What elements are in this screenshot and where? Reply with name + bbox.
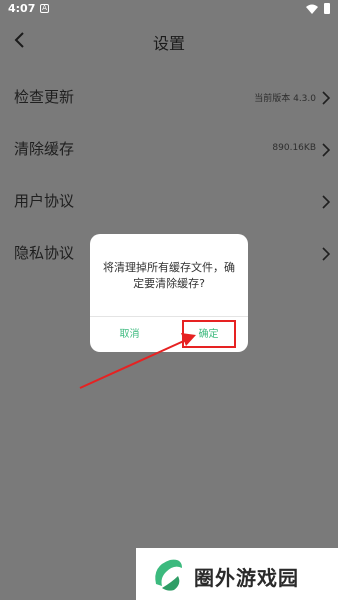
chevron-right-icon xyxy=(322,195,330,209)
version-value: 当前版本 4.3.0 xyxy=(254,94,316,104)
settings-row-clear-cache[interactable]: 清除缓存 890.16KB xyxy=(0,124,338,176)
confirm-highlight-box xyxy=(182,320,236,348)
dialog-message: 将清理掉所有缓存文件，确定要清除缓存? xyxy=(103,261,235,290)
chevron-right-icon xyxy=(322,247,330,261)
status-time: 4:07 xyxy=(8,2,36,15)
row-label: 用户协议 xyxy=(14,192,75,210)
settings-row-check-update[interactable]: 检查更新 当前版本 4.3.0 xyxy=(0,72,338,124)
row-label: 清除缓存 xyxy=(14,140,75,158)
leaf-logo-icon xyxy=(155,559,182,591)
watermark: 圈外游戏园 xyxy=(136,548,338,600)
settings-row-user-agreement[interactable]: 用户协议 xyxy=(0,176,338,228)
header: 设置 xyxy=(0,18,338,62)
battery-icon xyxy=(324,3,330,14)
wifi-icon xyxy=(306,4,318,14)
notification-icon: A xyxy=(40,4,49,13)
page-title: 设置 xyxy=(152,34,185,53)
watermark-text: 圈外游戏园 xyxy=(194,566,299,590)
chevron-right-icon xyxy=(322,143,330,157)
chevron-right-icon xyxy=(322,91,330,105)
row-label: 隐私协议 xyxy=(14,244,75,262)
row-label: 检查更新 xyxy=(14,88,75,106)
cancel-button[interactable]: 取消 xyxy=(90,317,169,352)
cache-size-value: 890.16KB xyxy=(272,143,316,153)
status-bar: 4:07 A xyxy=(0,0,338,18)
